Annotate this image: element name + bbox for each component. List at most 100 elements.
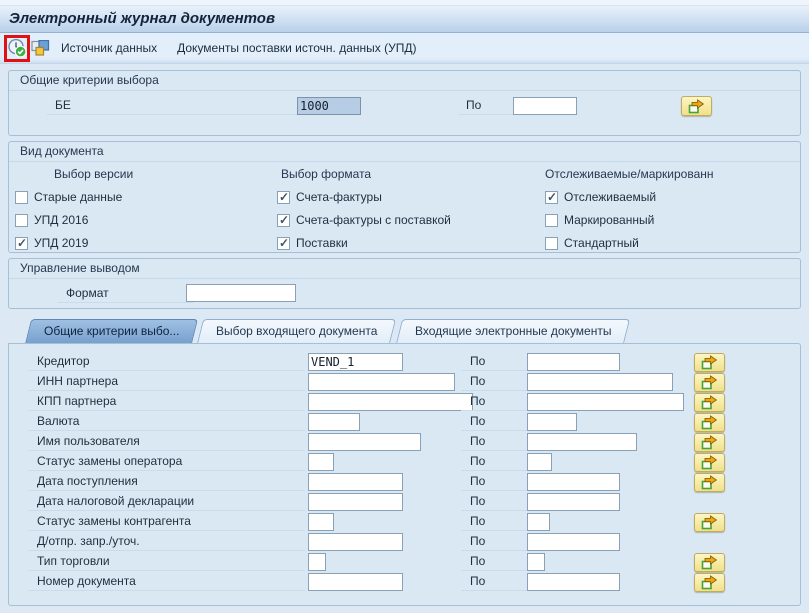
selection-from-input[interactable] [308, 553, 326, 571]
multiple-selection-button[interactable] [694, 473, 725, 492]
tab-general-criteria-label: Общие критерии выбо... [44, 320, 179, 343]
multiple-selection-arrow-icon [701, 435, 718, 450]
checkbox-column-format: Выбор формата Счета-фактуры Счета-фактур… [277, 167, 371, 258]
format-field-label: Формат [58, 285, 194, 303]
delivery-docs-source-button[interactable]: Документы поставки источн. данных (УПД) [167, 41, 426, 55]
application-toolbar: Источник данных Документы поставки источ… [0, 33, 809, 64]
be-field-input[interactable] [297, 97, 361, 115]
selection-from-input[interactable] [308, 453, 334, 471]
checkbox[interactable] [277, 214, 290, 227]
multiple-selection-button[interactable] [694, 453, 725, 472]
multiple-selection-button[interactable] [694, 373, 725, 392]
multiple-selection-arrow-icon [701, 475, 718, 490]
selection-from-input[interactable] [308, 573, 403, 591]
checkbox-column-version: Выбор версии Старые данные УПД 2016 УПД … [15, 167, 133, 258]
selection-to-input[interactable] [527, 533, 620, 551]
selection-from-input[interactable] [308, 373, 455, 391]
multiple-selection-button[interactable] [694, 573, 725, 592]
selection-to-input[interactable] [527, 373, 673, 391]
selection-row-label: Валюта [28, 413, 305, 431]
checkbox[interactable] [277, 191, 290, 204]
format-field-input[interactable] [186, 284, 296, 302]
checkbox-label: Старые данные [34, 190, 122, 204]
selection-to-input[interactable] [527, 493, 620, 511]
group-general-criteria: Общие критерии выбора БЕ По [8, 70, 801, 136]
execute-button-highlight-box [4, 35, 30, 62]
multiple-selection-arrow-icon [701, 355, 718, 370]
checkbox-label: Счета-фактуры с поставкой [296, 213, 451, 227]
selection-from-input[interactable] [308, 493, 403, 511]
checkbox-row: Счета-фактуры [277, 189, 371, 212]
selection-from-input[interactable] [308, 433, 421, 451]
selection-to-label: По [461, 433, 527, 451]
checkbox-column-tracked: Отслеживаемые/маркированн Отслеживаемый … [545, 167, 714, 258]
selection-row-label: Тип торговли [28, 553, 305, 571]
execute-button[interactable] [7, 38, 27, 58]
group-output-control: Управление выводом Формат [8, 258, 801, 309]
page-title: Электронный журнал документов [0, 6, 809, 33]
selection-to-label: По [461, 533, 527, 551]
execute-clock-check-icon [7, 38, 27, 58]
criteria-rows: Кредитор По ИНН партнера По КПП партнера… [9, 353, 800, 593]
selection-from-input[interactable] [308, 533, 403, 551]
selection-row: Валюта По [9, 413, 800, 433]
selection-from-input[interactable] [308, 513, 334, 531]
data-source-button[interactable]: Источник данных [51, 41, 167, 55]
tab-incoming-electronic-documents[interactable]: Входящие электронные документы [396, 319, 631, 344]
selection-to-input[interactable] [527, 353, 620, 371]
checkbox[interactable] [545, 237, 558, 250]
checkbox-column-header: Отслеживаемые/маркированн [545, 167, 714, 181]
checkbox[interactable] [277, 237, 290, 250]
multiple-selection-button[interactable] [694, 433, 725, 452]
checkbox[interactable] [15, 237, 28, 250]
tab-incoming-document-selection[interactable]: Выбор входящего документа [197, 319, 397, 344]
selection-to-label: По [461, 413, 527, 431]
get-variant-button[interactable] [31, 40, 50, 57]
selection-to-input[interactable] [527, 453, 552, 471]
selection-row-label: Кредитор [28, 353, 305, 371]
selection-row-label: Статус замены оператора [28, 453, 305, 471]
selection-to-input[interactable] [527, 433, 637, 451]
multiple-selection-button[interactable] [694, 413, 725, 432]
multiple-selection-arrow-icon [701, 515, 718, 530]
checkbox[interactable] [545, 214, 558, 227]
multiple-selection-arrow-icon [701, 415, 718, 430]
checkbox-label: УПД 2016 [34, 213, 88, 227]
selection-to-label: По [461, 453, 527, 471]
selection-from-input[interactable] [308, 393, 473, 411]
selection-to-label: По [461, 473, 527, 491]
selection-row-label: Д/отпр. запр./уточ. [28, 533, 305, 551]
multiple-selection-button[interactable] [694, 353, 725, 372]
selection-to-input[interactable] [527, 513, 550, 531]
checkbox[interactable] [15, 191, 28, 204]
checkbox-row: Отслеживаемый [545, 189, 714, 212]
multiple-selection-button[interactable] [694, 553, 725, 572]
multiple-selection-arrow-icon [701, 455, 718, 470]
selection-row: Кредитор По [9, 353, 800, 373]
be-to-input[interactable] [513, 97, 577, 115]
checkbox[interactable] [15, 214, 28, 227]
selection-row: Статус замены контрагента По [9, 513, 800, 533]
selection-from-input[interactable] [308, 413, 360, 431]
selection-to-input[interactable] [527, 573, 620, 591]
selection-to-input[interactable] [527, 553, 545, 571]
selection-row-label: Статус замены контрагента [28, 513, 305, 531]
multiple-selection-button[interactable] [694, 393, 725, 412]
checkbox-row: Счета-фактуры с поставкой [277, 212, 371, 235]
selection-row: Номер документа По [9, 573, 800, 593]
checkbox[interactable] [545, 191, 558, 204]
selection-row: Тип торговли По [9, 553, 800, 573]
multiple-selection-button[interactable] [694, 513, 725, 532]
selection-row: Дата поступления По [9, 473, 800, 493]
checkbox-label: УПД 2019 [34, 236, 88, 250]
selection-to-input[interactable] [527, 473, 620, 491]
selection-row-label: Имя пользователя [28, 433, 305, 451]
selection-to-label: По [461, 553, 527, 571]
selection-to-input[interactable] [527, 413, 577, 431]
tab-general-criteria[interactable]: Общие критерии выбо... [25, 319, 199, 344]
checkbox-row: Старые данные [15, 189, 133, 212]
selection-to-input[interactable] [527, 393, 684, 411]
be-multiple-selection-button[interactable] [681, 96, 712, 116]
selection-from-input[interactable] [308, 353, 403, 371]
selection-from-input[interactable] [308, 473, 403, 491]
